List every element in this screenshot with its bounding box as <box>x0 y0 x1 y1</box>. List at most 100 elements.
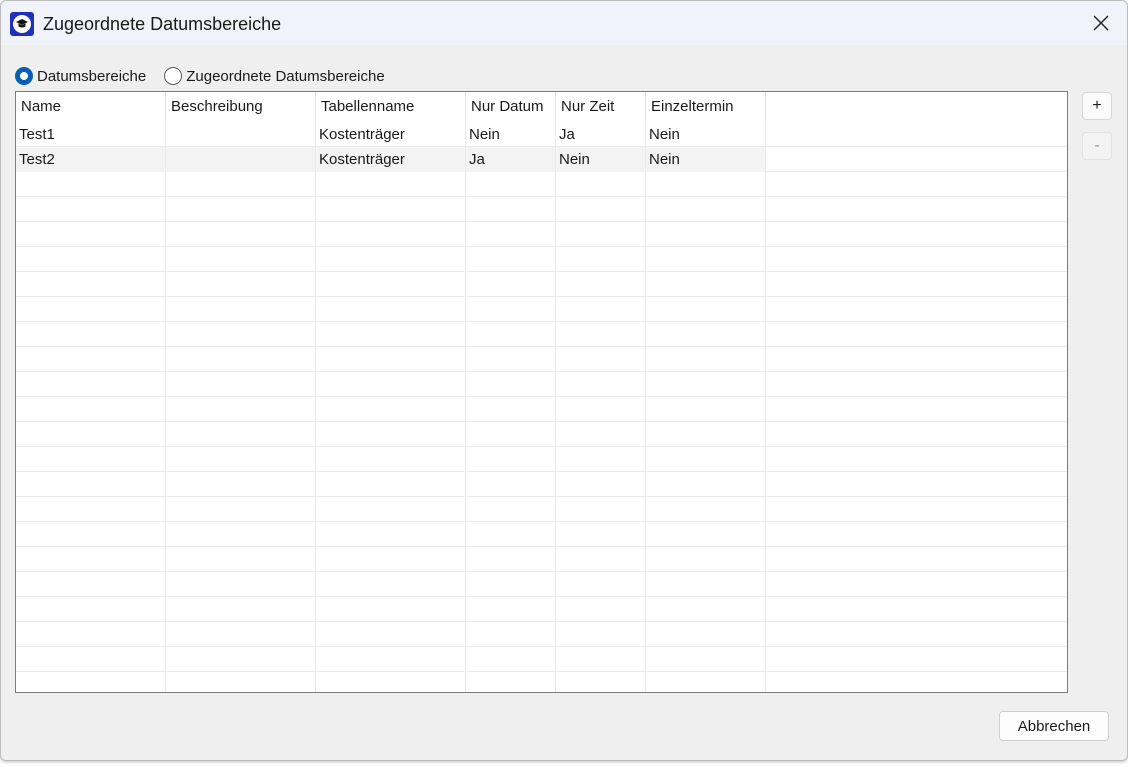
empty-cell <box>466 472 556 497</box>
empty-cell <box>166 522 316 547</box>
empty-cell <box>466 622 556 647</box>
empty-cell <box>556 197 646 222</box>
empty-cell <box>166 572 316 597</box>
empty-cell <box>466 322 556 347</box>
empty-cell <box>646 197 766 222</box>
empty-cell <box>16 422 166 447</box>
cell-tabellenname[interactable]: Kostenträger <box>316 122 466 147</box>
radio-selected-icon[interactable] <box>15 67 33 85</box>
empty-cell <box>166 247 316 272</box>
empty-cell <box>316 572 466 597</box>
radio-datumsbereiche[interactable]: Datumsbereiche <box>15 67 146 85</box>
empty-cell <box>16 572 166 597</box>
empty-cell <box>316 522 466 547</box>
table-header: Name Beschreibung Tabellenname Nur Datum… <box>16 92 1067 122</box>
empty-cell <box>16 472 166 497</box>
empty-cell <box>646 622 766 647</box>
empty-cell <box>316 622 466 647</box>
empty-table-row <box>16 672 1067 692</box>
close-button[interactable] <box>1075 1 1127 45</box>
empty-cell <box>16 272 166 297</box>
cell-name[interactable]: Test1 <box>16 122 166 147</box>
empty-cell <box>646 572 766 597</box>
empty-cell <box>16 222 166 247</box>
empty-cell <box>466 222 556 247</box>
empty-cell <box>166 322 316 347</box>
radio-zugeordnete-datumsbereiche[interactable]: Zugeordnete Datumsbereiche <box>164 67 385 85</box>
empty-cell <box>646 472 766 497</box>
empty-cell <box>466 522 556 547</box>
empty-cell <box>556 497 646 522</box>
empty-cell <box>316 222 466 247</box>
cell-nur-zeit[interactable]: Ja <box>556 122 646 147</box>
column-header-nur-zeit[interactable]: Nur Zeit <box>556 92 646 122</box>
empty-cell <box>16 247 166 272</box>
empty-cell <box>556 522 646 547</box>
empty-table-row <box>16 297 1067 322</box>
empty-cell <box>556 597 646 622</box>
empty-cell <box>16 547 166 572</box>
cell-einzeltermin[interactable]: Nein <box>646 147 766 172</box>
column-header-einzeltermin[interactable]: Einzeltermin <box>646 92 766 122</box>
column-header-nur-datum[interactable]: Nur Datum <box>466 92 556 122</box>
column-header-tabellenname[interactable]: Tabellenname <box>316 92 466 122</box>
empty-cell <box>166 497 316 522</box>
empty-cell <box>556 172 646 197</box>
empty-cell <box>646 497 766 522</box>
empty-table-row <box>16 397 1067 422</box>
empty-cell <box>646 372 766 397</box>
empty-cell <box>16 397 166 422</box>
table-row[interactable]: Test2 Kostenträger Ja Nein Nein <box>16 147 1067 172</box>
empty-table-row <box>16 422 1067 447</box>
remove-button[interactable]: - <box>1082 132 1112 160</box>
cell-nur-datum[interactable]: Nein <box>466 122 556 147</box>
empty-cell <box>316 247 466 272</box>
empty-cell <box>16 622 166 647</box>
empty-cell <box>466 572 556 597</box>
empty-table-row <box>16 247 1067 272</box>
empty-cell <box>316 347 466 372</box>
empty-table-row <box>16 597 1067 622</box>
empty-cell <box>166 197 316 222</box>
column-header-name[interactable]: Name <box>16 92 166 122</box>
empty-cell <box>316 297 466 322</box>
cell-beschreibung[interactable] <box>166 122 316 147</box>
empty-cell <box>16 172 166 197</box>
empty-cell <box>166 672 316 692</box>
cell-einzeltermin[interactable]: Nein <box>646 122 766 147</box>
empty-table-row <box>16 172 1067 197</box>
empty-table-row <box>16 347 1067 372</box>
empty-table-row <box>16 472 1067 497</box>
empty-cell <box>316 322 466 347</box>
cell-tabellenname[interactable]: Kostenträger <box>316 147 466 172</box>
empty-cell <box>16 297 166 322</box>
add-button[interactable]: + <box>1082 92 1112 120</box>
radio-unselected-icon[interactable] <box>164 67 183 85</box>
cell-beschreibung[interactable] <box>166 147 316 172</box>
table-body: Test1 Kostenträger Nein Ja Nein Test2 Ko… <box>16 122 1067 692</box>
empty-cell <box>166 297 316 322</box>
empty-cell <box>466 647 556 672</box>
empty-cell <box>466 447 556 472</box>
empty-cell <box>316 422 466 447</box>
empty-table-row <box>16 447 1067 472</box>
date-ranges-table: Name Beschreibung Tabellenname Nur Datum… <box>15 91 1068 693</box>
empty-cell <box>466 372 556 397</box>
empty-cell <box>166 397 316 422</box>
empty-cell <box>466 547 556 572</box>
empty-cell <box>556 247 646 272</box>
empty-cell <box>556 297 646 322</box>
cancel-button[interactable]: Abbrechen <box>999 711 1109 741</box>
empty-table-row <box>16 647 1067 672</box>
cell-nur-datum[interactable]: Ja <box>466 147 556 172</box>
empty-cell <box>166 372 316 397</box>
table-row[interactable]: Test1 Kostenträger Nein Ja Nein <box>16 122 1067 147</box>
empty-table-row <box>16 372 1067 397</box>
column-header-beschreibung[interactable]: Beschreibung <box>166 92 316 122</box>
cell-name[interactable]: Test2 <box>16 147 166 172</box>
empty-cell <box>16 497 166 522</box>
empty-cell <box>466 497 556 522</box>
empty-cell <box>556 472 646 497</box>
empty-cell <box>466 272 556 297</box>
cell-nur-zeit[interactable]: Nein <box>556 147 646 172</box>
